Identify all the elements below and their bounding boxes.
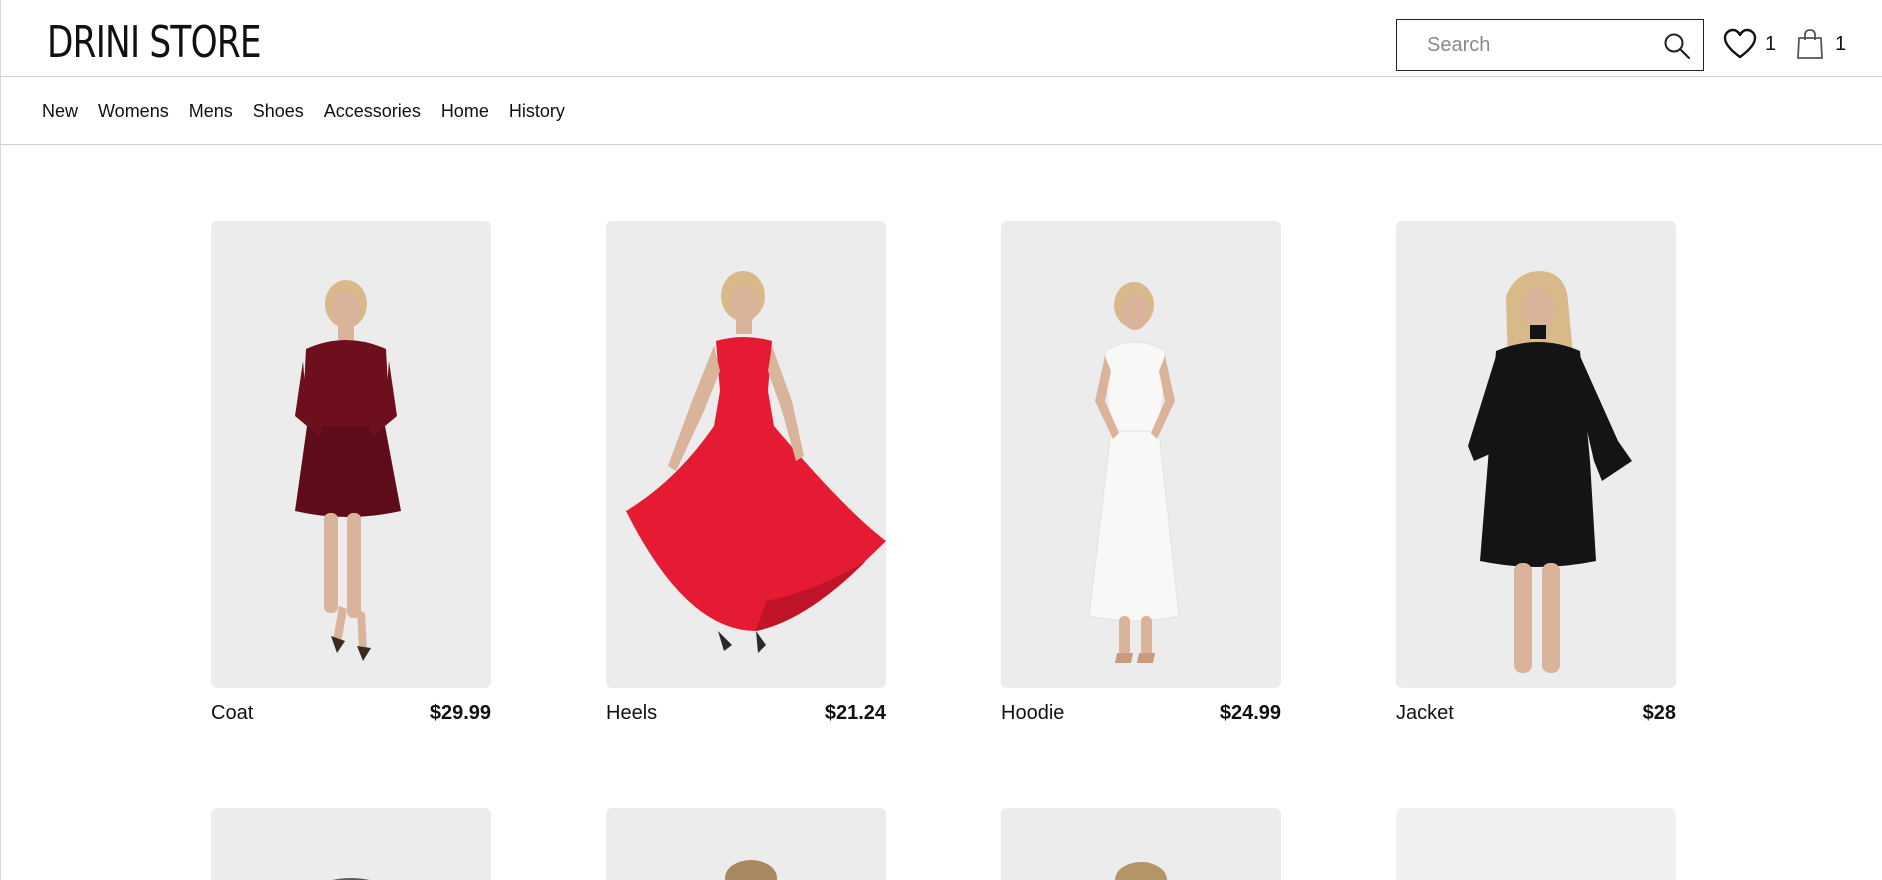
model-photo-coat — [295, 280, 401, 661]
page-border — [0, 145, 1, 880]
product-name[interactable]: Coat — [211, 702, 253, 725]
search-input[interactable] — [1397, 33, 1647, 57]
nav-item-shoes[interactable]: Shoes — [253, 101, 304, 122]
nav-item-mens[interactable]: Mens — [189, 101, 233, 122]
product-card[interactable] — [211, 808, 491, 880]
product-price: $21.24 — [824, 702, 886, 724]
nav-item-new[interactable]: New — [42, 101, 78, 122]
heart-icon[interactable] — [1723, 28, 1757, 60]
model-photo-heels — [626, 271, 886, 653]
nav-item-womens[interactable]: Womens — [98, 101, 169, 122]
product-image[interactable] — [1001, 221, 1281, 688]
product-card[interactable]: Coat $29.99 — [211, 221, 491, 725]
product-name[interactable]: Hoodie — [1001, 702, 1064, 725]
model-photo-partial — [725, 860, 777, 880]
product-card[interactable] — [606, 808, 886, 880]
product-image[interactable] — [1396, 221, 1676, 688]
header: DRINI STORE 1 1 — [0, 0, 1882, 77]
product-price: $28 — [1642, 702, 1676, 724]
nav-item-accessories[interactable]: Accessories — [324, 101, 421, 122]
product-image[interactable] — [1396, 808, 1676, 880]
model-photo-partial — [1115, 862, 1167, 880]
nav-item-home[interactable]: Home — [441, 101, 489, 122]
product-image[interactable] — [1001, 808, 1281, 880]
search-box[interactable] — [1396, 19, 1704, 71]
product-name[interactable]: Heels — [606, 702, 657, 725]
product-image[interactable] — [211, 221, 491, 688]
product-name[interactable]: Jacket — [1396, 702, 1454, 725]
product-card[interactable] — [1396, 808, 1676, 880]
product-image[interactable] — [211, 808, 491, 880]
nav-item-history[interactable]: History — [509, 101, 565, 122]
product-card[interactable] — [1001, 808, 1281, 880]
product-card[interactable]: Hoodie $24.99 — [1001, 221, 1281, 725]
product-image[interactable] — [606, 808, 886, 880]
product-price: $29.99 — [429, 702, 491, 724]
model-photo-jacket — [1468, 271, 1632, 673]
category-nav: New Womens Mens Shoes Accessories Home H… — [0, 77, 1882, 145]
wishlist-count: 1 — [1765, 33, 1777, 55]
model-photo-partial — [333, 878, 369, 880]
model-photo-partial — [1396, 808, 1676, 880]
model-photo-hoodie — [1088, 282, 1180, 663]
product-card[interactable]: Jacket $28 — [1396, 221, 1676, 725]
product-image[interactable] — [606, 221, 886, 688]
product-card[interactable]: Heels $21.24 — [606, 221, 886, 725]
shopping-bag-icon[interactable] — [1796, 28, 1824, 60]
product-price: $24.99 — [1219, 702, 1281, 724]
search-icon[interactable] — [1663, 32, 1691, 60]
cart-count: 1 — [1835, 33, 1847, 55]
store-logo[interactable]: DRINI STORE — [47, 18, 262, 68]
